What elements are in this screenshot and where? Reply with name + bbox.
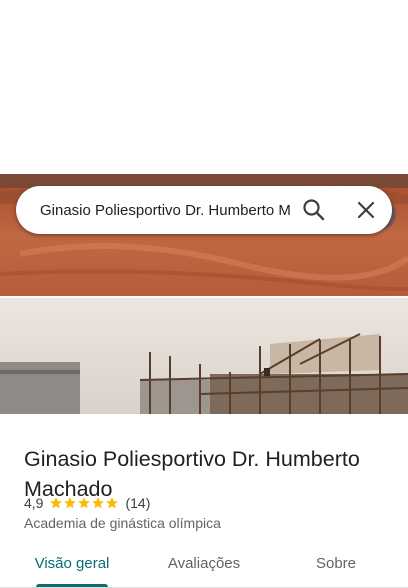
close-icon — [357, 201, 375, 219]
rating-row[interactable]: 4,9 (14) — [24, 494, 150, 512]
search-icon — [303, 199, 325, 221]
star-icon — [106, 497, 119, 509]
tab-about[interactable]: Sobre — [296, 546, 376, 582]
place-tabs: Visão geral Avaliações Sobre — [0, 546, 408, 588]
rating-value: 4,9 — [24, 495, 44, 511]
star-icon — [50, 497, 63, 509]
star-icon — [64, 497, 77, 509]
search-input[interactable]: Ginasio Poliesportivo Dr. Humberto Macha… — [40, 201, 290, 221]
star-icon — [78, 497, 91, 509]
star-icon — [92, 497, 105, 509]
clear-search-button[interactable] — [352, 196, 380, 224]
place-category[interactable]: Academia de ginástica olímpica — [24, 514, 221, 532]
tab-reviews[interactable]: Avaliações — [152, 546, 256, 582]
search-bar[interactable]: Ginasio Poliesportivo Dr. Humberto Macha… — [16, 186, 392, 234]
tab-overview[interactable]: Visão geral — [24, 546, 120, 582]
search-button[interactable] — [300, 196, 328, 224]
review-count[interactable]: (14) — [125, 495, 150, 511]
star-rating — [49, 496, 119, 510]
map-blank-area — [0, 0, 408, 174]
